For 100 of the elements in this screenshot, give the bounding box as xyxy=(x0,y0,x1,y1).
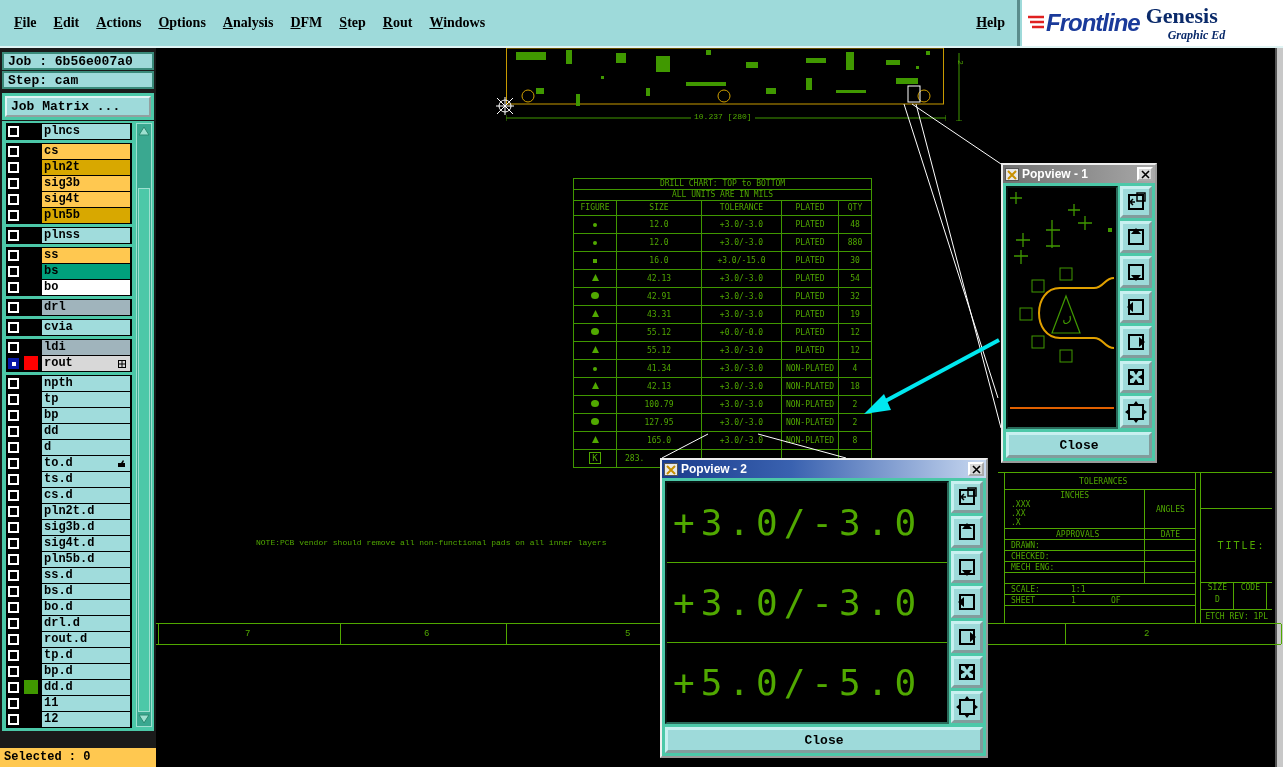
expand-arrows-button[interactable] xyxy=(1120,396,1152,428)
layer-name[interactable]: drl xyxy=(42,300,130,315)
help-menu[interactable]: Help xyxy=(976,15,1005,31)
layer-name[interactable]: bp xyxy=(42,408,130,423)
layer-name[interactable]: pln2t xyxy=(42,160,130,175)
close-button[interactable]: Close xyxy=(1006,432,1152,458)
tolerance-cell: +3.0/-3.0 xyxy=(701,413,782,432)
scale-value: 1:1 xyxy=(1071,584,1086,594)
size-cell: 55.12 xyxy=(616,341,702,360)
close-button[interactable] xyxy=(1137,167,1153,181)
window-arrow-button[interactable] xyxy=(1120,186,1152,218)
window-arrow-button[interactable] xyxy=(951,481,983,513)
tolerance-cell: +3.0/-3.0 xyxy=(701,233,782,252)
brand-logo: Frontline xyxy=(1046,9,1140,37)
layer-name[interactable]: tp.d xyxy=(42,648,130,663)
layer-name[interactable]: pln5b.d xyxy=(42,552,130,567)
expand-arrows-icon xyxy=(956,696,978,718)
plated-cell: PLATED xyxy=(781,305,839,324)
drill-chart-title: DRILL CHART: TOP to BOTTOM xyxy=(573,178,872,190)
of-label: OF xyxy=(1111,595,1121,605)
scroll-down-icon[interactable] xyxy=(138,714,150,724)
product-subtitle: Graphic Ed xyxy=(1167,27,1226,43)
down-arrow-button[interactable] xyxy=(1120,256,1152,288)
menu-item[interactable]: Options xyxy=(158,15,206,31)
menu-item[interactable]: Analysis xyxy=(222,15,274,31)
layer-name[interactable]: bo xyxy=(42,280,130,295)
close-button[interactable]: Close xyxy=(665,727,983,753)
layer-name[interactable]: dd.d xyxy=(42,680,130,695)
layer-name[interactable]: bp.d xyxy=(42,664,130,679)
blob-symbol-icon xyxy=(591,327,599,335)
selected-status: Selected : 0 xyxy=(0,748,156,767)
layer-name[interactable]: dd xyxy=(42,424,130,439)
tolerances-heading: TOLERANCES xyxy=(1079,476,1128,486)
right-arrow-button[interactable] xyxy=(1120,326,1152,358)
menu-item[interactable]: Rout xyxy=(382,15,413,31)
layer-name[interactable]: ss xyxy=(42,248,130,263)
plated-cell: PLATED xyxy=(781,251,839,270)
etch-revision: ETCH REV: 1PL xyxy=(1205,612,1268,621)
layer-name[interactable]: cvia xyxy=(42,320,130,335)
menu-item[interactable]: Windows xyxy=(429,15,486,31)
layer-name[interactable]: drl.d xyxy=(42,616,130,631)
tolerance-cell: +3.0/-3.0 xyxy=(701,341,782,360)
layer-name[interactable]: sig3b xyxy=(42,176,130,191)
tolerance-cell: +3.0/-3.0 xyxy=(701,305,782,324)
close-button[interactable] xyxy=(968,462,984,476)
layer-name[interactable]: npth xyxy=(42,376,130,391)
scroll-thumb[interactable] xyxy=(138,188,150,712)
layer-name[interactable]: rout.d xyxy=(42,632,130,647)
down-arrow-button[interactable] xyxy=(951,551,983,583)
size-cell: 55.12 xyxy=(616,323,702,342)
menu-item[interactable]: Step xyxy=(339,15,366,31)
layer-name[interactable]: pln2t.d xyxy=(42,504,130,519)
layer-checkbox[interactable] xyxy=(8,358,19,369)
zoomed-text: +5.0/-5.0 xyxy=(673,662,923,703)
menu-item[interactable]: DFM xyxy=(290,15,323,31)
popview-title: Popview - 1 xyxy=(1022,167,1090,181)
layer-name[interactable]: d xyxy=(42,440,130,455)
layer-name[interactable]: ss.d xyxy=(42,568,130,583)
up-arrow-button[interactable] xyxy=(1120,221,1152,253)
scrollbar[interactable] xyxy=(136,123,152,727)
layer-name[interactable]: sig4t.d xyxy=(42,536,130,551)
menu-item[interactable]: File xyxy=(14,15,37,31)
square-symbol-icon xyxy=(593,258,597,263)
size-cell: 42.13 xyxy=(616,377,702,396)
zoomed-text: +3.0/-3.0 xyxy=(673,502,923,543)
up-arrow-button[interactable] xyxy=(951,516,983,548)
layer-name[interactable]: bo.d xyxy=(42,600,130,615)
layer-name[interactable]: ldi xyxy=(42,340,130,355)
triangle-symbol-icon xyxy=(591,435,599,443)
layer-name[interactable]: tp xyxy=(42,392,130,407)
right-arrow-button[interactable] xyxy=(951,621,983,653)
size-cell: 12.0 xyxy=(616,215,702,234)
layer-name[interactable]: cs xyxy=(42,144,130,159)
left-arrow-button[interactable] xyxy=(951,586,983,618)
layer-name[interactable]: ts.d xyxy=(42,472,130,487)
layer-name[interactable]: 11 xyxy=(42,696,130,711)
layer-name[interactable]: bs.d xyxy=(42,584,130,599)
qty-cell: 12 xyxy=(838,341,872,360)
scroll-up-icon[interactable] xyxy=(138,126,150,136)
layer-name[interactable]: 12 xyxy=(42,712,130,727)
layer-name[interactable]: sig3b.d xyxy=(42,520,130,535)
plated-cell: PLATED xyxy=(781,233,839,252)
layer-name[interactable]: pln5b xyxy=(42,208,130,223)
zoomed-text: +3.0/-3.0 xyxy=(673,582,923,623)
plated-cell: NON-PLATED xyxy=(781,395,839,414)
layer-name[interactable]: plnss xyxy=(42,228,130,243)
job-matrix-button[interactable]: Job Matrix ... xyxy=(5,96,151,117)
shrink-arrows-button[interactable] xyxy=(951,656,983,688)
layer-name[interactable]: rout xyxy=(42,356,130,371)
menu-item[interactable]: Edit xyxy=(53,15,80,31)
layer-name[interactable]: cs.d xyxy=(42,488,130,503)
shrink-arrows-button[interactable] xyxy=(1120,361,1152,393)
expand-arrows-button[interactable] xyxy=(951,691,983,723)
layer-name[interactable]: to.d xyxy=(42,456,130,471)
menu-item[interactable]: Actions xyxy=(96,15,142,31)
left-arrow-button[interactable] xyxy=(1120,291,1152,323)
layer-name[interactable]: plncs xyxy=(42,124,130,139)
layer-name[interactable]: bs xyxy=(42,264,130,279)
layer-name[interactable]: sig4t xyxy=(42,192,130,207)
qty-cell: 8 xyxy=(838,431,872,450)
